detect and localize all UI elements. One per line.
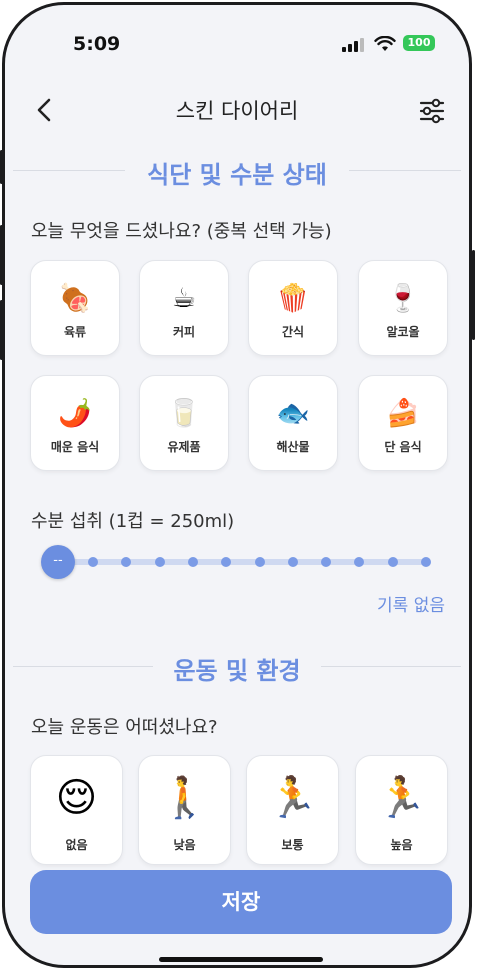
exercise-option-medium[interactable]: 🏃 보통 xyxy=(246,755,339,865)
divider-right xyxy=(321,666,461,667)
power-button xyxy=(472,250,475,340)
save-button[interactable]: 저장 xyxy=(30,870,452,934)
food-option-label: 커피 xyxy=(172,325,196,339)
slider-step-dot[interactable] xyxy=(421,557,431,567)
slider-step-dot[interactable] xyxy=(254,557,265,567)
food-option-spicy[interactable]: 🌶️ 매운 음식 xyxy=(30,375,120,471)
food-option-label: 해산물 xyxy=(276,440,310,454)
status-bar: 5:09 100 xyxy=(5,33,469,57)
fish-icon: 🐟 xyxy=(276,398,310,429)
exercise-option-label: 보통 xyxy=(281,838,304,852)
food-option-dairy[interactable]: 🥛 유제품 xyxy=(139,375,229,471)
home-indicator xyxy=(159,957,323,962)
food-option-seafood[interactable]: 🐟 해산물 xyxy=(248,375,338,471)
slider-step-dot[interactable] xyxy=(221,557,232,567)
water-intake-label: 수분 섭취 (1컵 = 250ml) xyxy=(31,511,235,532)
status-time: 5:09 xyxy=(73,33,121,55)
resting-person-icon: 😌 xyxy=(55,775,98,821)
exercise-section-title: 운동 및 환경 xyxy=(173,657,301,685)
food-option-snack[interactable]: 🍿 간식 xyxy=(248,260,338,356)
slider-step-dot[interactable] xyxy=(121,557,132,567)
diet-question: 오늘 무엇을 드셨나요? (중복 선택 가능) xyxy=(31,221,332,242)
navigation-bar: 스킨 다이어리 xyxy=(5,93,469,129)
slider-step-dot[interactable] xyxy=(88,557,98,567)
food-option-alcohol[interactable]: 🍷 알코올 xyxy=(358,260,448,356)
exercise-option-label: 높음 xyxy=(390,838,413,852)
food-option-label: 육류 xyxy=(63,325,87,339)
slider-step-dot[interactable] xyxy=(187,557,198,567)
water-record-status: 기록 없음 xyxy=(377,596,445,616)
cake-icon: 🍰 xyxy=(386,398,420,429)
slider-step-dot[interactable] xyxy=(154,557,165,567)
slider-track xyxy=(61,559,427,565)
milk-icon: 🥛 xyxy=(167,398,201,429)
slider-step-dot[interactable] xyxy=(354,557,365,567)
page-title: 스킨 다이어리 xyxy=(175,99,299,123)
walking-person-icon: 🚶 xyxy=(159,775,210,821)
food-option-sweets[interactable]: 🍰 단 음식 xyxy=(358,375,448,471)
exercise-option-low[interactable]: 🚶 낮음 xyxy=(138,755,231,865)
exercise-option-label: 낮음 xyxy=(173,838,196,852)
divider-right xyxy=(349,170,461,171)
food-option-coffee[interactable]: ☕ 커피 xyxy=(139,260,229,356)
wifi-icon xyxy=(374,36,396,51)
exercise-option-none[interactable]: 😌 없음 xyxy=(30,755,123,865)
wine-icon: 🍷 xyxy=(386,283,420,314)
diet-section-header: 식단 및 수분 상태 xyxy=(5,155,469,189)
sprinting-person-icon: 🏃 xyxy=(376,775,427,821)
diet-section-title: 식단 및 수분 상태 xyxy=(147,161,327,189)
exercise-option-high[interactable]: 🏃 높음 xyxy=(355,755,448,865)
slider-step-dot[interactable] xyxy=(387,557,398,567)
cellular-signal-icon xyxy=(342,38,364,52)
running-person-icon: 🏃 xyxy=(267,775,318,821)
slider-step-dot[interactable] xyxy=(321,557,332,567)
coffee-icon: ☕ xyxy=(171,283,197,314)
pepper-icon: 🌶️ xyxy=(58,398,92,429)
battery-indicator: 100 xyxy=(403,35,435,51)
slider-knob[interactable]: -- xyxy=(41,545,75,579)
food-option-label: 단 음식 xyxy=(384,440,422,454)
food-option-label: 간식 xyxy=(281,325,305,339)
phone-screen: 5:09 100 스킨 다이어리 식단 및 수분 상태 오늘 무엇을 드셨나요?… xyxy=(2,2,472,968)
exercise-section-header: 운동 및 환경 xyxy=(5,651,469,685)
water-intake-slider[interactable]: -- xyxy=(41,545,431,579)
popcorn-icon: 🍿 xyxy=(276,283,310,314)
food-option-meat[interactable]: 🍖 육류 xyxy=(30,260,120,356)
exercise-question: 오늘 운동은 어떠셨나요? xyxy=(31,717,218,738)
sliders-settings-icon[interactable] xyxy=(417,97,447,125)
food-option-label: 유제품 xyxy=(167,440,201,454)
exercise-option-label: 없음 xyxy=(65,838,88,852)
food-option-label: 매운 음식 xyxy=(50,440,100,454)
slider-step-dot[interactable] xyxy=(287,557,298,567)
meat-icon: 🍖 xyxy=(58,283,92,314)
food-option-label: 알코올 xyxy=(386,325,420,339)
